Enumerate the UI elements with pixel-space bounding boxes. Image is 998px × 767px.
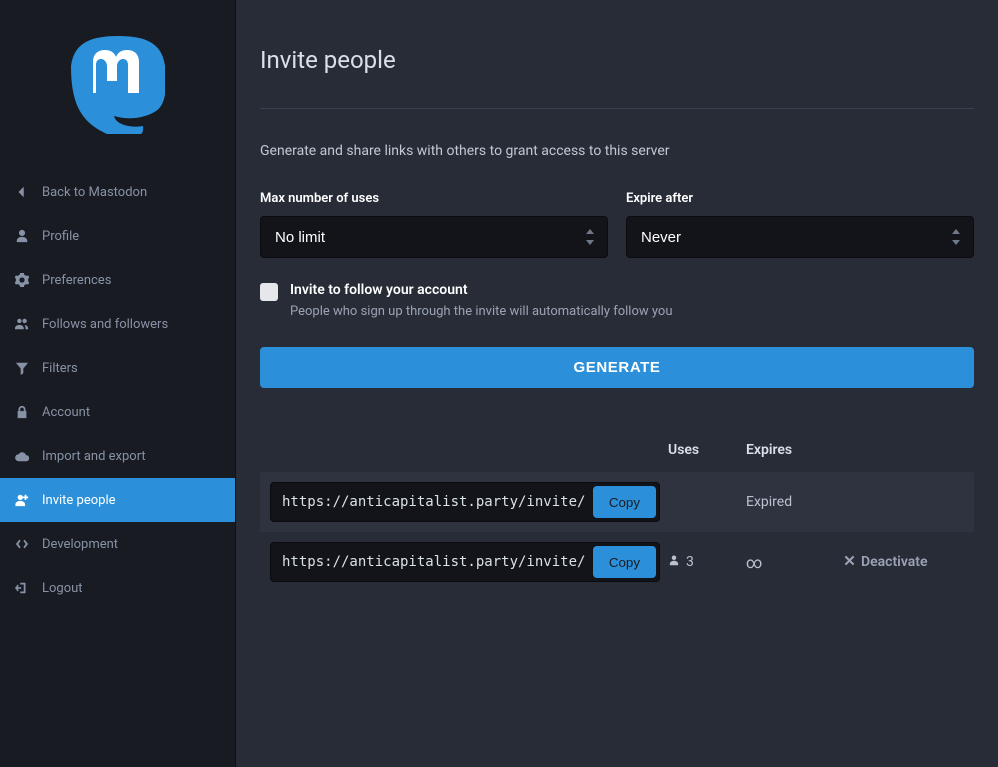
- nav-label: Import and export: [42, 449, 146, 464]
- nav-profile[interactable]: Profile: [0, 214, 235, 258]
- user-plus-icon: [14, 492, 30, 508]
- max-uses-select-input[interactable]: No limit: [261, 217, 607, 257]
- auto-follow-checkbox[interactable]: [260, 283, 278, 301]
- nav-label: Invite people: [42, 493, 116, 508]
- filter-icon: [14, 360, 30, 376]
- nav-label: Logout: [42, 581, 83, 596]
- invite-url-input[interactable]: [274, 486, 593, 518]
- invite-url-box: Copy: [270, 542, 660, 582]
- logout-icon: [14, 580, 30, 596]
- max-uses-label: Max number of uses: [260, 191, 608, 206]
- logo: [0, 0, 235, 170]
- sidebar: Back to Mastodon Profile Preferences Fol…: [0, 0, 236, 767]
- nav-invite-people[interactable]: Invite people: [0, 478, 235, 522]
- nav-list: Back to Mastodon Profile Preferences Fol…: [0, 170, 235, 610]
- nav-filters[interactable]: Filters: [0, 346, 235, 390]
- generate-button[interactable]: Generate: [260, 347, 974, 388]
- invites-table: Uses Expires Copy Expired Copy: [260, 442, 974, 592]
- invite-url-box: Copy: [270, 482, 660, 522]
- nav-development[interactable]: Development: [0, 522, 235, 566]
- copy-button[interactable]: Copy: [593, 486, 656, 518]
- gear-icon: [14, 272, 30, 288]
- invite-url-input[interactable]: [274, 546, 593, 578]
- page-intro: Generate and share links with others to …: [260, 143, 974, 159]
- nav-label: Development: [42, 537, 118, 552]
- nav-follows[interactable]: Follows and followers: [0, 302, 235, 346]
- deactivate-label: Deactivate: [861, 554, 927, 570]
- nav-label: Profile: [42, 229, 79, 244]
- nav-label: Follows and followers: [42, 317, 168, 332]
- nav-label: Account: [42, 405, 90, 420]
- form-row: Max number of uses No limit Expire after…: [260, 191, 974, 258]
- expires-cell: Expired: [746, 494, 836, 510]
- deactivate-button[interactable]: Deactivate: [844, 554, 964, 570]
- expire-after-select[interactable]: Never: [626, 216, 974, 258]
- uses-cell: 3: [668, 554, 738, 570]
- expire-after-select-input[interactable]: Never: [627, 217, 973, 257]
- uses-header: Uses: [668, 442, 738, 458]
- max-uses-select[interactable]: No limit: [260, 216, 608, 258]
- users-icon: [14, 316, 30, 332]
- mastodon-logo-icon: [71, 36, 165, 134]
- table-row: Copy Expired: [260, 472, 974, 532]
- page-title: Invite people: [260, 46, 974, 74]
- divider: [260, 108, 974, 109]
- nav-import-export[interactable]: Import and export: [0, 434, 235, 478]
- table-header: Uses Expires: [260, 442, 974, 472]
- nav-preferences[interactable]: Preferences: [0, 258, 235, 302]
- auto-follow-desc: People who sign up through the invite wi…: [290, 304, 673, 319]
- user-icon: [668, 554, 680, 570]
- main-content: Invite people Generate and share links w…: [236, 0, 998, 767]
- nav-label: Preferences: [42, 273, 111, 288]
- user-icon: [14, 228, 30, 244]
- expires-cell: ∞: [746, 553, 836, 572]
- cloud-icon: [14, 448, 30, 464]
- lock-icon: [14, 404, 30, 420]
- nav-label: Filters: [42, 361, 78, 376]
- nav-logout[interactable]: Logout: [0, 566, 235, 610]
- close-icon: [844, 554, 855, 570]
- nav-back-to-mastodon[interactable]: Back to Mastodon: [0, 170, 235, 214]
- code-icon: [14, 536, 30, 552]
- auto-follow-label: Invite to follow your account: [290, 282, 673, 298]
- nav-account[interactable]: Account: [0, 390, 235, 434]
- table-row: Copy 3 ∞ Deactivate: [260, 532, 974, 592]
- nav-label: Back to Mastodon: [42, 185, 147, 200]
- expire-after-label: Expire after: [626, 191, 974, 206]
- uses-count: 3: [686, 554, 694, 570]
- expires-header: Expires: [746, 442, 836, 458]
- copy-button[interactable]: Copy: [593, 546, 656, 578]
- chevron-left-icon: [14, 184, 30, 200]
